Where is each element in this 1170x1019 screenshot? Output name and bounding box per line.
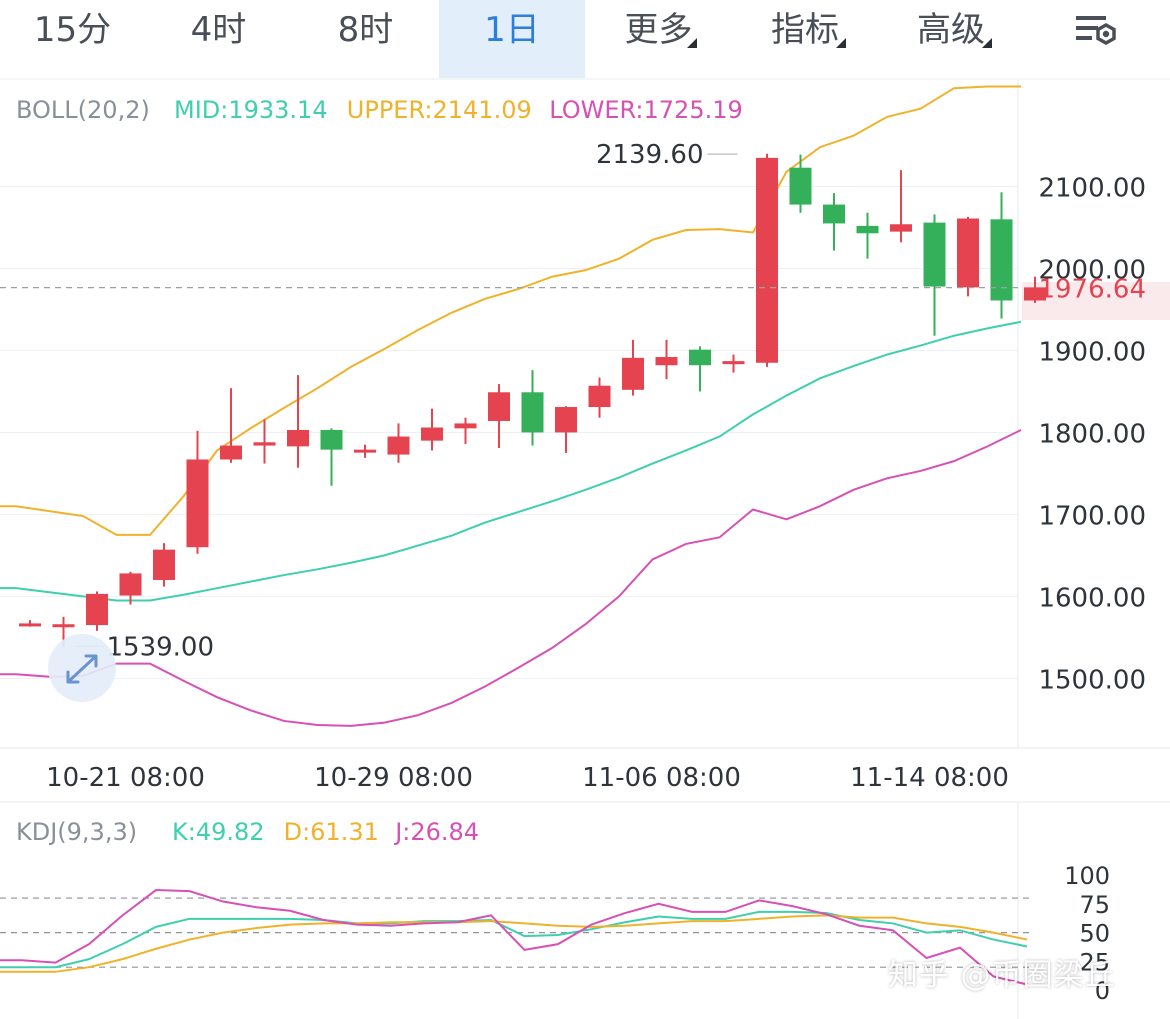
candle-body xyxy=(354,449,376,453)
candle-body xyxy=(220,445,242,460)
kdj-d-line xyxy=(0,914,1028,973)
candle-body xyxy=(622,357,644,390)
candle-body xyxy=(287,429,309,447)
candle-body xyxy=(153,549,175,580)
candle-body xyxy=(119,573,142,596)
boll-legend-0: BOLL(20,2) xyxy=(16,96,150,124)
candle-body xyxy=(856,225,879,234)
candle-body xyxy=(923,222,946,287)
candle-body xyxy=(421,427,443,441)
kdj-j-line xyxy=(0,889,1028,986)
boll-upper-line xyxy=(0,85,1021,536)
candle-body xyxy=(387,436,410,455)
candle-body xyxy=(655,357,678,366)
boll-legend-2: UPPER:2141.09 xyxy=(347,96,532,124)
kdj-y-tick-label: 75 xyxy=(1079,891,1110,919)
x-tick-label: 10-21 08:00 xyxy=(46,763,205,793)
kdj-y-tick-label: 100 xyxy=(1064,862,1110,890)
candle-body xyxy=(555,407,577,433)
kdj-legend-0: KDJ(9,3,3) xyxy=(16,818,137,846)
candle-body xyxy=(253,442,276,446)
boll-legend-1: MID:1933.14 xyxy=(174,96,328,124)
y-tick-label: 1700.00 xyxy=(1038,501,1146,531)
candle-body xyxy=(52,624,75,628)
last-price-label: 1976.64 xyxy=(1038,275,1146,305)
candle-body xyxy=(19,623,41,627)
y-tick-label: 1900.00 xyxy=(1038,337,1146,367)
x-tick-label: 10-29 08:00 xyxy=(314,763,473,793)
candle-body xyxy=(86,593,108,626)
kdj-y-tick-label: 50 xyxy=(1079,920,1110,948)
y-tick-label: 1800.00 xyxy=(1038,419,1146,449)
candle-body xyxy=(454,423,477,429)
candle-body xyxy=(689,349,711,366)
candle-body xyxy=(320,429,343,450)
kdj-legend-3: J:26.84 xyxy=(393,818,479,846)
candle-body xyxy=(823,204,845,224)
candle-body xyxy=(957,218,979,288)
kdj-legend-2: D:61.31 xyxy=(284,818,379,846)
y-tick-label: 1600.00 xyxy=(1038,583,1146,613)
x-tick-label: 11-06 08:00 xyxy=(582,763,741,793)
min-price-label: 1539.00 xyxy=(107,632,215,662)
candle-body xyxy=(488,392,510,421)
kline-chart[interactable]: 1500.001600.001700.001800.001900.002000.… xyxy=(0,0,1170,1019)
candle-body xyxy=(186,459,209,548)
y-tick-label: 1500.00 xyxy=(1038,665,1146,695)
x-tick-label: 11-14 08:00 xyxy=(850,763,1009,793)
candle-body xyxy=(756,157,778,363)
candle-body xyxy=(789,167,812,205)
candle-body xyxy=(722,361,745,365)
max-price-label: 2139.60 xyxy=(596,140,704,170)
watermark: 知乎 @币圈梁丘 xyxy=(888,958,1116,993)
candle-body xyxy=(521,392,544,433)
candle-body xyxy=(588,385,611,408)
kdj-legend-1: K:49.82 xyxy=(172,818,265,846)
candle-body xyxy=(990,219,1013,301)
candle-body xyxy=(890,224,912,232)
boll-legend-3: LOWER:1725.19 xyxy=(549,96,743,124)
y-tick-label: 2100.00 xyxy=(1038,174,1146,204)
